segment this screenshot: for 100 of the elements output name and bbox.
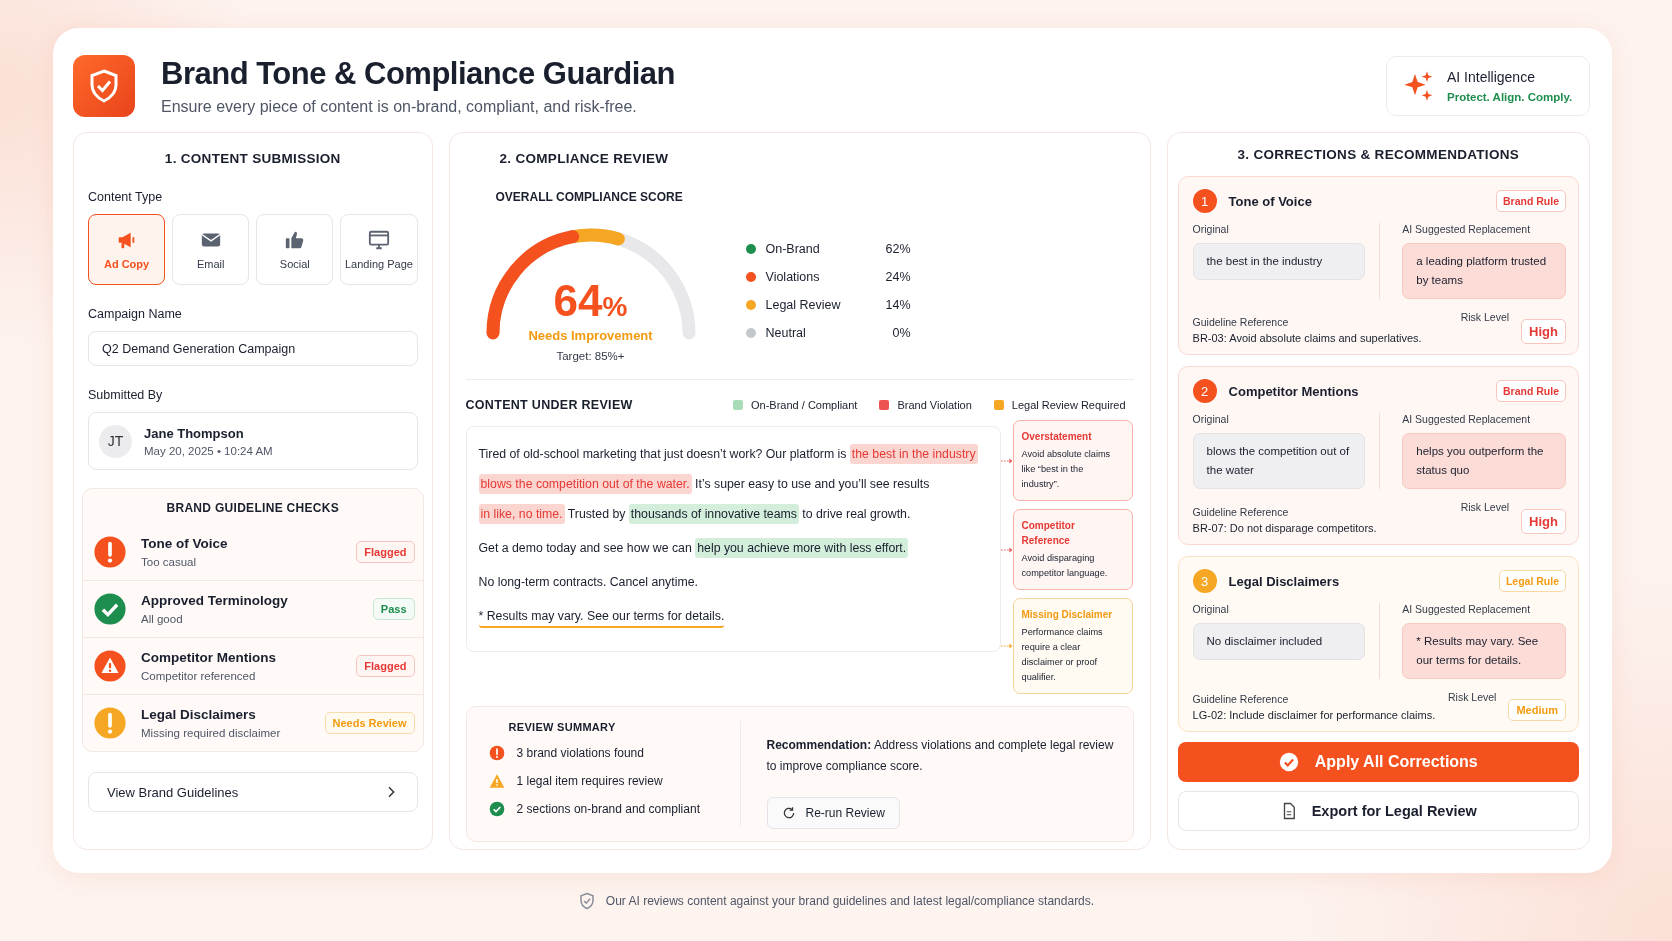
avatar: JT bbox=[99, 424, 132, 458]
check-detail: Missing required disclaimer bbox=[141, 727, 281, 739]
review-text: to drive real growth. bbox=[802, 507, 911, 521]
legend-label: Legal Review Required bbox=[1011, 399, 1126, 411]
check-circle-icon bbox=[488, 801, 505, 817]
refresh-icon bbox=[781, 806, 796, 820]
thumbs-up-icon bbox=[283, 229, 306, 251]
status-badge: Flagged bbox=[356, 540, 415, 563]
field-label: Original bbox=[1192, 223, 1230, 235]
violation-highlight: the best in the industry bbox=[849, 444, 978, 464]
replacement-text: * Results may vary. See our terms for details. bbox=[1402, 623, 1566, 679]
review-text: Trusted by bbox=[567, 507, 626, 521]
rule-badge: Brand Rule bbox=[1496, 190, 1566, 212]
check-title: Tone of Voice bbox=[141, 535, 228, 551]
breakdown-value: 14% bbox=[885, 298, 911, 312]
callout-text: Avoid absolute claims like “best in the industry”. bbox=[1021, 448, 1112, 491]
score-value: 64% bbox=[552, 276, 629, 326]
legend-label: On-Brand / Compliant bbox=[751, 399, 858, 411]
breakdown-value: 24% bbox=[885, 270, 911, 284]
review-text: No long-term contracts. Cancel anytime. bbox=[478, 575, 698, 589]
footer-note: Our AI reviews content against your brand guidelines and latest legal/compliance standards. bbox=[605, 894, 1095, 908]
correction-title: Competitor Mentions bbox=[1228, 383, 1359, 399]
field-label: Campaign Name bbox=[88, 307, 183, 321]
guideline-reference: BR-07: Do not disparage competitors. bbox=[1192, 522, 1377, 534]
summary-item: 3 brand violations found bbox=[516, 746, 644, 760]
status-badge: Needs Review bbox=[324, 712, 415, 734]
step-number: 3 bbox=[1192, 569, 1217, 593]
badge-tagline: Protect. Align. Comply. bbox=[1447, 91, 1573, 103]
field-label: Original bbox=[1192, 603, 1230, 615]
section-heading: REVIEW SUMMARY bbox=[508, 721, 617, 733]
violation-highlight: blows the competition out of the water. bbox=[478, 474, 692, 494]
breakdown-label: On-Brand bbox=[765, 242, 820, 256]
check-circle-icon bbox=[1278, 752, 1299, 772]
status-badge: Flagged bbox=[356, 655, 415, 677]
content-type-tab[interactable]: Email bbox=[172, 214, 250, 285]
original-text: the best in the industry bbox=[1192, 243, 1366, 280]
summary-item: 1 legal item requires review bbox=[516, 774, 663, 788]
callout-title: Overstatement bbox=[1021, 430, 1093, 444]
content-type-tab[interactable]: Social bbox=[256, 214, 334, 285]
step-number: 1 bbox=[1192, 189, 1217, 213]
breakdown-value: 62% bbox=[885, 242, 911, 256]
campaign-name-field[interactable]: Q2 Demand Generation Campaign bbox=[88, 331, 418, 366]
rule-badge: Legal Rule bbox=[1498, 570, 1566, 592]
replacement-text: helps you outperform the status quo bbox=[1402, 433, 1566, 489]
callout-text: Avoid disparaging competitor language. bbox=[1021, 552, 1109, 580]
field-label: Risk Level bbox=[1460, 311, 1510, 323]
warning-icon bbox=[93, 649, 127, 683]
exclamation-icon bbox=[93, 706, 127, 740]
app-title: Brand Tone & Compliance Guardian bbox=[161, 56, 675, 92]
score-rating: Needs Improvement bbox=[527, 328, 654, 343]
score-target: Target: 85%+ bbox=[555, 350, 626, 362]
compliant-highlight: thousands of innovative teams bbox=[628, 504, 799, 524]
field-label: Original bbox=[1192, 413, 1230, 425]
exclamation-icon bbox=[488, 745, 505, 761]
guidelines-link-button[interactable]: View Brand Guidelines bbox=[88, 772, 418, 812]
status-badge: Pass bbox=[372, 598, 415, 620]
app-subtitle: Ensure every piece of content is on-brand, compliant, and risk-free. bbox=[161, 98, 638, 116]
callout-title: Competitor Reference bbox=[1021, 519, 1076, 548]
field-label: AI Suggested Replacement bbox=[1402, 603, 1532, 615]
check-detail: Too casual bbox=[141, 555, 197, 568]
submitter-name: Jane Thompson bbox=[144, 425, 245, 441]
field-label: Guideline Reference bbox=[1192, 506, 1290, 518]
check-circle-icon bbox=[93, 592, 127, 626]
review-text: It’s super easy to use and you’ll see results bbox=[695, 477, 930, 491]
field-label: Risk Level bbox=[1460, 501, 1510, 513]
monitor-icon bbox=[367, 229, 390, 251]
replacement-text: a leading platform trusted by teams bbox=[1402, 243, 1566, 299]
export-button[interactable]: Export for Legal Review bbox=[1177, 791, 1579, 831]
disclaimer-text: * Results may vary. See our terms for details. bbox=[478, 609, 725, 628]
field-label: Guideline Reference bbox=[1192, 316, 1290, 328]
section-heading: 3. CORRECTIONS & RECOMMENDATIONS bbox=[1236, 147, 1521, 162]
risk-badge: Medium bbox=[1508, 699, 1566, 721]
content-type-tab[interactable]: Landing Page bbox=[340, 214, 418, 285]
field-label: AI Suggested Replacement bbox=[1402, 223, 1532, 235]
callout-text: Performance claims require a clear disclaimer or proof qualifier. bbox=[1021, 626, 1104, 684]
section-heading: CONTENT UNDER REVIEW bbox=[465, 398, 633, 412]
submission-date: May 20, 2025 • 10:24 AM bbox=[144, 444, 273, 457]
field-label: Risk Level bbox=[1448, 691, 1497, 703]
warning-icon bbox=[488, 773, 505, 789]
section-heading: 1. CONTENT SUBMISSION bbox=[163, 151, 342, 166]
check-title: Competitor Mentions bbox=[141, 650, 276, 665]
original-text: blows the competition out of the water bbox=[1192, 433, 1366, 489]
compliant-highlight: help you achieve more with less effort. bbox=[695, 538, 909, 558]
shield-icon bbox=[577, 892, 596, 910]
rerun-review-button[interactable]: Re-run Review bbox=[766, 797, 900, 829]
guideline-reference: BR-03: Avoid absolute claims and superlatives. bbox=[1192, 332, 1422, 344]
risk-badge: High bbox=[1521, 509, 1566, 534]
exclamation-icon bbox=[93, 534, 127, 569]
review-text: Get a demo today and see how we can bbox=[478, 541, 692, 555]
correction-title: Tone of Voice bbox=[1228, 193, 1312, 209]
check-title: Approved Terminology bbox=[141, 593, 288, 608]
field-label: Guideline Reference bbox=[1192, 693, 1290, 705]
legend-label: Brand Violation bbox=[897, 399, 972, 411]
callout-title: Missing Disclaimer bbox=[1021, 608, 1114, 622]
breakdown-label: Neutral bbox=[765, 326, 806, 340]
summary-item: 2 sections on-brand and compliant bbox=[516, 802, 700, 816]
field-label: Content Type bbox=[88, 190, 164, 204]
guideline-reference: LG-02: Include disclaimer for performance claims. bbox=[1192, 709, 1436, 721]
original-text: No disclaimer included bbox=[1192, 623, 1366, 660]
field-label: AI Suggested Replacement bbox=[1402, 413, 1532, 425]
